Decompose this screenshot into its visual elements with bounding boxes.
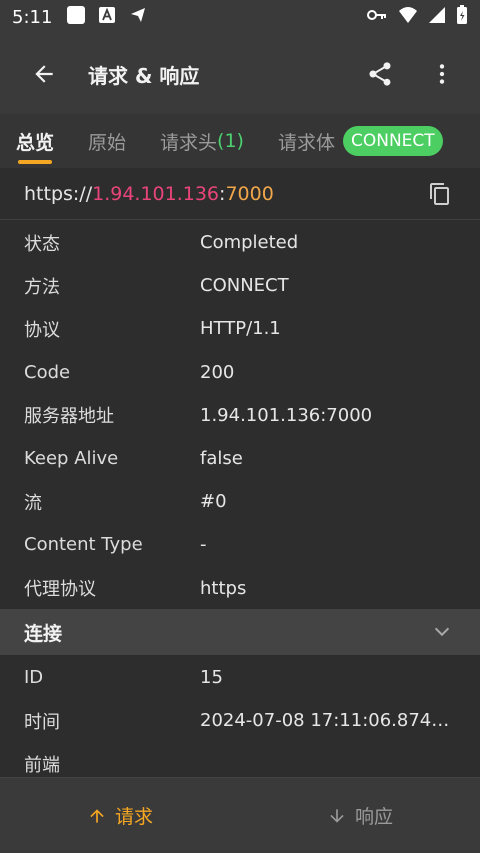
tab-bar: 总览 原始 请求头 (1) 请求体 CONNECT bbox=[0, 114, 480, 168]
more-vert-icon bbox=[439, 64, 445, 84]
list-item: 方法 CONNECT bbox=[0, 264, 480, 307]
list-item: Keep Alive false bbox=[0, 437, 480, 480]
response-label: 响应 bbox=[354, 806, 393, 828]
row-key: 流 bbox=[24, 492, 42, 514]
method-badge: CONNECT bbox=[342, 126, 443, 156]
tab-overview[interactable]: 总览 bbox=[16, 114, 54, 168]
more-options-button[interactable] bbox=[422, 54, 462, 94]
row-key: 状态 bbox=[24, 233, 60, 255]
url-port: 7000 bbox=[225, 182, 274, 205]
share-button[interactable] bbox=[360, 54, 400, 94]
app-bar: 请求 & 响应 bbox=[0, 34, 480, 114]
list-item: 服务器地址 1.94.101.136:7000 bbox=[0, 394, 480, 437]
arrow-up-icon bbox=[90, 808, 104, 823]
row-value: false bbox=[200, 448, 243, 470]
row-value: 1.94.101.136:7000 bbox=[200, 404, 373, 426]
row-key: 前端 bbox=[24, 754, 60, 776]
tab-count: (1) bbox=[217, 130, 244, 152]
tab-label: 请求体 bbox=[277, 131, 335, 154]
tab-request-headers[interactable]: 请求头 (1) bbox=[160, 114, 244, 168]
list-item: Code 200 bbox=[0, 351, 480, 394]
chevron-down-icon bbox=[430, 620, 454, 644]
signal-icon bbox=[428, 6, 446, 28]
tab-raw[interactable]: 原始 bbox=[88, 114, 126, 168]
tab-request-body[interactable]: 请求体 bbox=[278, 114, 335, 168]
url-scheme: https:// bbox=[24, 182, 93, 205]
back-button[interactable] bbox=[20, 50, 68, 98]
request-button[interactable]: 请求 bbox=[0, 778, 240, 853]
row-key: Keep Alive bbox=[24, 448, 119, 470]
row-key: 服务器地址 bbox=[24, 406, 114, 428]
row-value: 200 bbox=[200, 361, 235, 383]
row-key: Code bbox=[24, 361, 71, 383]
tab-label: 总览 bbox=[16, 131, 55, 154]
wifi-icon bbox=[398, 6, 418, 28]
connection-section-header[interactable]: 连接 bbox=[0, 609, 480, 655]
row-key: 时间 bbox=[24, 711, 60, 733]
connection-list: ID 15 时间 2024-07-08 17:11:06.874… 前端 bbox=[0, 656, 480, 785]
row-value: #0 bbox=[200, 491, 227, 513]
list-item: 时间 2024-07-08 17:11:06.874… bbox=[0, 699, 480, 742]
arrow-down-icon bbox=[330, 808, 344, 823]
share-icon bbox=[369, 62, 391, 86]
list-item: 流 #0 bbox=[0, 480, 480, 523]
row-value: CONNECT bbox=[200, 275, 289, 297]
status-bar: 5:11 bbox=[0, 0, 480, 34]
response-button[interactable]: 响应 bbox=[240, 778, 480, 853]
row-key: 方法 bbox=[24, 276, 60, 298]
url-row: https://1.94.101.136:7000 bbox=[0, 168, 480, 220]
row-key: 协议 bbox=[24, 319, 60, 341]
copy-url-button[interactable] bbox=[424, 178, 456, 210]
status-time: 5:11 bbox=[12, 6, 53, 28]
copy-icon bbox=[430, 182, 449, 205]
row-key: Content Type bbox=[24, 534, 143, 556]
section-title: 连接 bbox=[24, 622, 63, 645]
request-url[interactable]: https://1.94.101.136:7000 bbox=[24, 183, 274, 205]
list-item: ID 15 bbox=[0, 656, 480, 699]
key-icon bbox=[366, 7, 388, 27]
tab-label: 原始 bbox=[88, 131, 127, 154]
row-key: 代理协议 bbox=[24, 579, 96, 601]
row-value: Completed bbox=[200, 232, 299, 254]
row-value: - bbox=[200, 534, 207, 556]
bottom-bar: 请求 响应 bbox=[0, 777, 480, 853]
tab-label: 请求头 bbox=[160, 131, 218, 154]
overview-list: 状态 Completed 方法 CONNECT 协议 HTTP/1.1 Code 200… bbox=[0, 221, 480, 610]
request-label: 请求 bbox=[114, 806, 153, 828]
arrow-left-icon bbox=[35, 65, 53, 83]
url-host: 1.94.101.136 bbox=[92, 182, 220, 205]
list-item: Content Type - bbox=[0, 523, 480, 566]
square-notification-icon bbox=[66, 5, 86, 29]
list-item: 代理协议 https bbox=[0, 567, 480, 610]
list-item: 协议 HTTP/1.1 bbox=[0, 307, 480, 350]
list-item: 状态 Completed bbox=[0, 221, 480, 264]
plane-notification-icon bbox=[128, 5, 148, 29]
row-value: https bbox=[200, 577, 247, 599]
battery-icon bbox=[456, 5, 468, 29]
page-title: 请求 & 响应 bbox=[88, 63, 200, 88]
row-value: 2024-07-08 17:11:06.874… bbox=[200, 710, 450, 731]
app-a-icon bbox=[98, 6, 116, 28]
row-key: ID bbox=[24, 667, 44, 688]
row-value: 15 bbox=[200, 667, 223, 688]
row-value: HTTP/1.1 bbox=[200, 318, 281, 340]
